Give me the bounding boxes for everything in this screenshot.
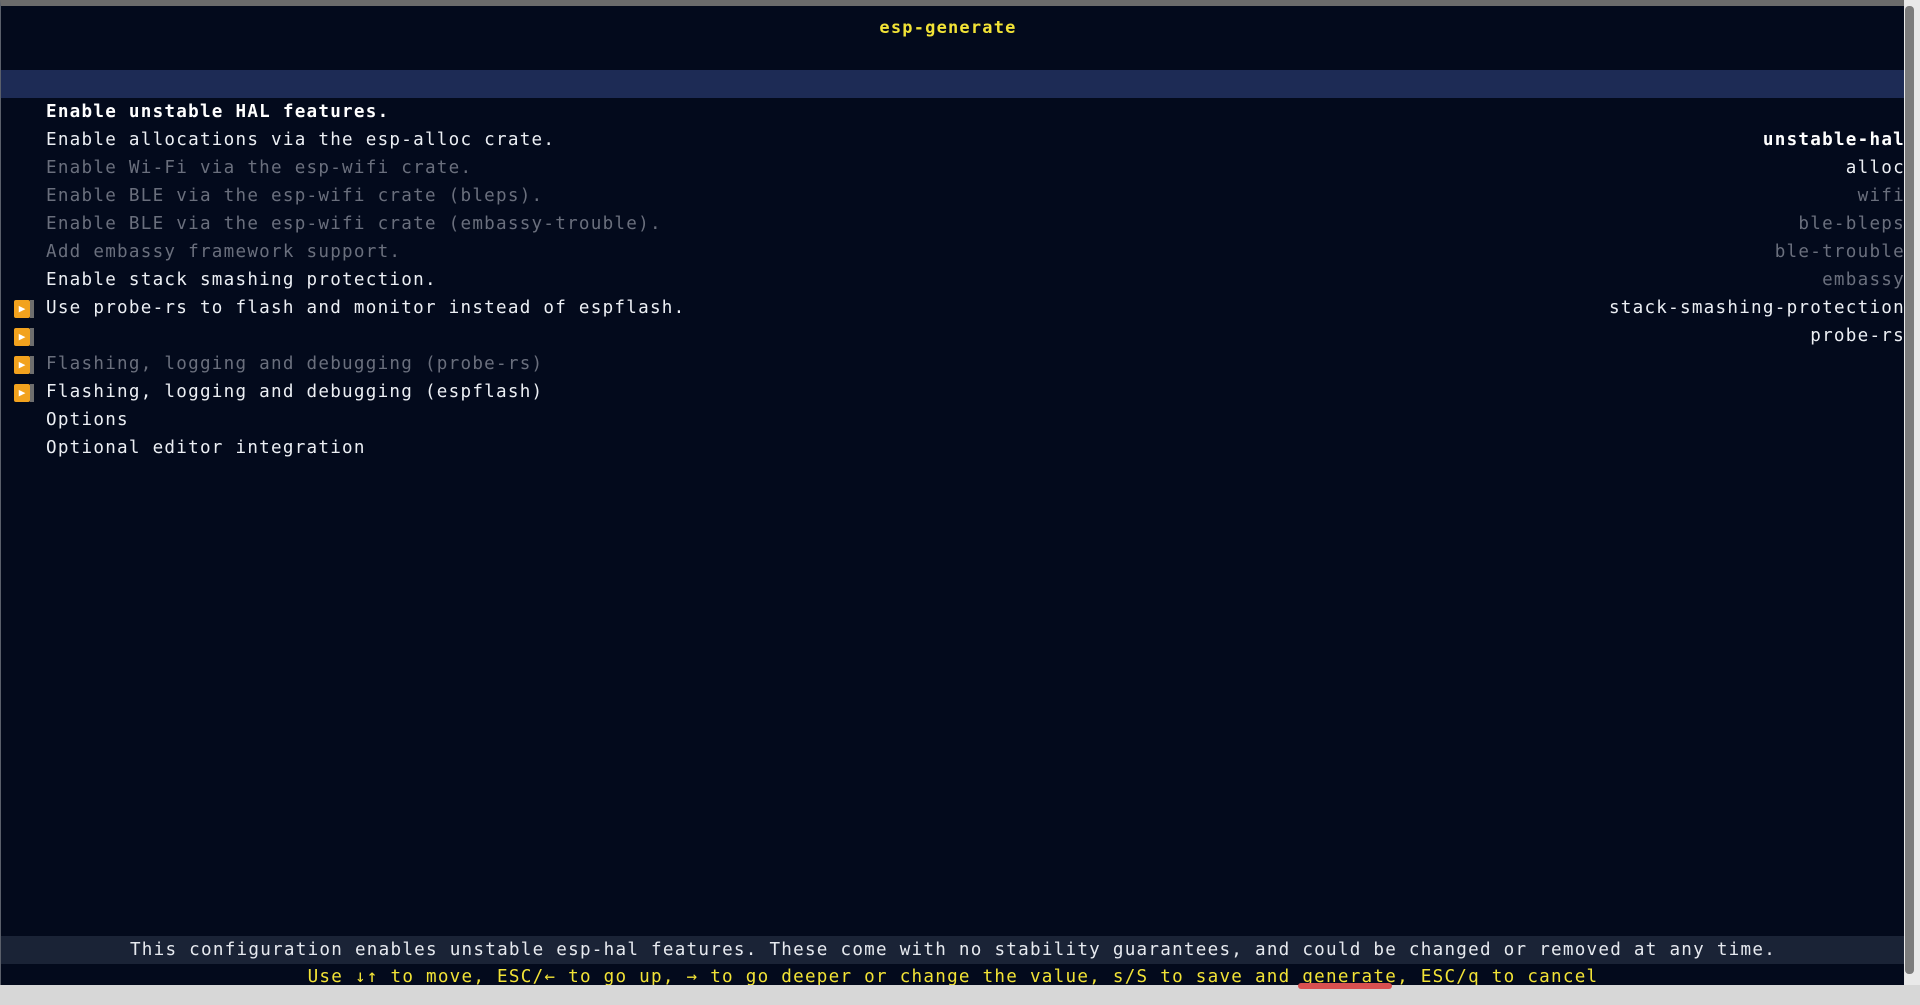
menu-item-ble-trouble[interactable]: Enable BLE via the esp-wifi crate (embas… [1, 182, 1905, 262]
menu-item-embassy[interactable]: Add embassy framework support. embassy [1, 210, 1905, 290]
menu-item-probe-rs[interactable]: Use probe-rs to flash and monitor instea… [1, 266, 1905, 346]
text-cursor-mark [1298, 983, 1392, 989]
submenu-arrow-icon: ▶ [14, 384, 34, 402]
submenu-editor-integration[interactable]: ▶ Optional editor integration [1, 378, 1905, 458]
window-bottom-edge [0, 985, 1920, 1005]
menu-item-label: Optional editor integration [46, 438, 366, 458]
submenu-options[interactable]: ▶ Options [1, 350, 1905, 430]
submenu-arrow-icon: ▶ [14, 300, 34, 318]
menu-item-wifi[interactable]: Enable Wi-Fi via the esp-wifi crate. wif… [1, 126, 1905, 206]
scrollbar-thumb[interactable] [1905, 6, 1914, 974]
submenu-arrow-icon: ▶ [14, 328, 34, 346]
description-bar: This configuration enables unstable esp-… [1, 936, 1905, 964]
app-title: esp-generate [879, 18, 1017, 38]
terminal-window: esp-generate Enable unstable HAL feature… [0, 0, 1905, 987]
menu-item-ble-bleps[interactable]: Enable BLE via the esp-wifi crate (bleps… [1, 154, 1905, 234]
submenu-flashing-espflash[interactable]: ▶ Flashing, logging and debugging (espfl… [1, 322, 1905, 402]
menu-item-alloc[interactable]: Enable allocations via the esp-alloc cra… [1, 98, 1905, 178]
submenu-arrow-icon: ▶ [14, 356, 34, 374]
submenu-flashing-probe-rs[interactable]: ▶ Flashing, logging and debugging (probe… [1, 294, 1905, 374]
menu-item-unstable-hal[interactable]: Enable unstable HAL features. unstable-h… [1, 70, 1905, 150]
menu-item-stack-smashing-protection[interactable]: Enable stack smashing protection. stack-… [1, 238, 1905, 318]
menu-item-label: Options [46, 410, 129, 430]
